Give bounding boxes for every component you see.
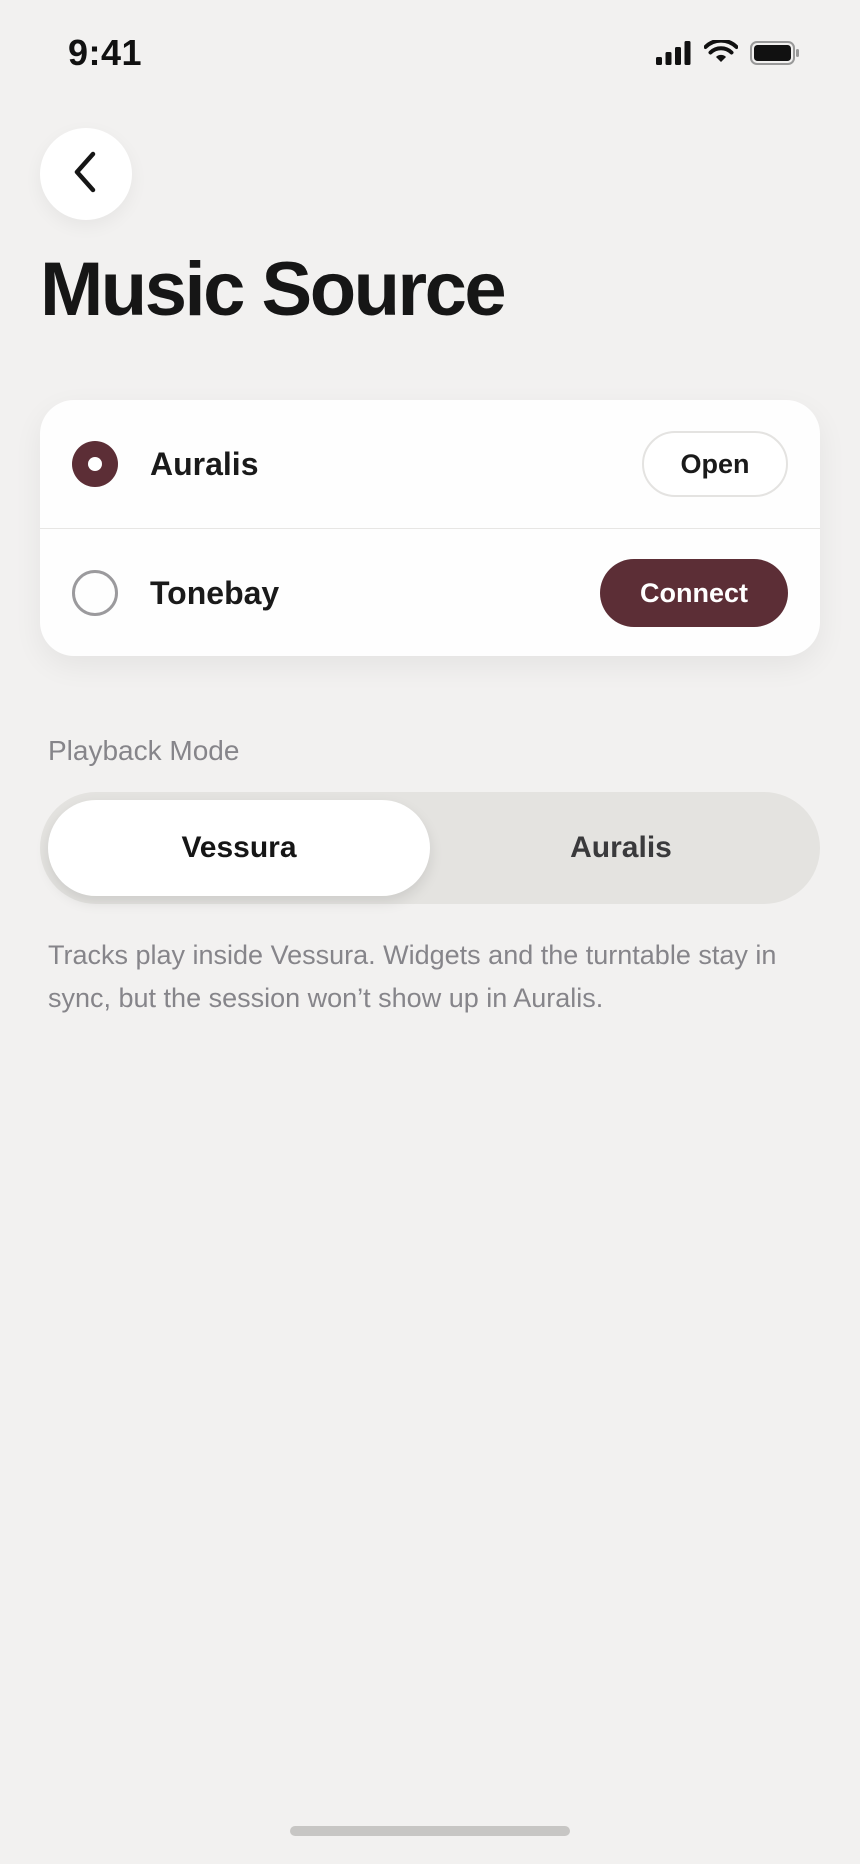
segment-auralis[interactable]: Auralis [430, 800, 812, 896]
source-row-auralis[interactable]: Auralis Open [40, 400, 820, 528]
radio-auralis[interactable] [72, 441, 118, 487]
playback-mode-label: Playback Mode [48, 735, 240, 766]
wifi-icon [703, 38, 739, 71]
status-icons [656, 38, 800, 71]
chevron-left-icon [71, 150, 101, 199]
battery-icon [750, 41, 800, 70]
connect-button[interactable]: Connect [600, 559, 788, 627]
page-title: Music Source [40, 247, 507, 332]
source-row-tonebay[interactable]: Tonebay Connect [40, 528, 820, 656]
status-bar: 9:41 [0, 0, 860, 110]
source-name: Auralis [150, 445, 259, 482]
cellular-signal-icon [656, 41, 692, 70]
playback-mode-segmented-control: Vessura Auralis [40, 792, 820, 904]
segment-vessura[interactable]: Vessura [48, 800, 430, 896]
radio-tonebay[interactable] [72, 570, 118, 616]
back-button[interactable] [40, 128, 132, 220]
music-source-list: Auralis Open Tonebay Connect [40, 400, 820, 656]
source-name: Tonebay [150, 574, 280, 611]
playback-description: Tracks play inside Vessura. Widgets and … [48, 940, 777, 1013]
status-time: 9:41 [68, 32, 143, 73]
open-button[interactable]: Open [642, 431, 788, 497]
home-indicator [290, 1826, 570, 1836]
